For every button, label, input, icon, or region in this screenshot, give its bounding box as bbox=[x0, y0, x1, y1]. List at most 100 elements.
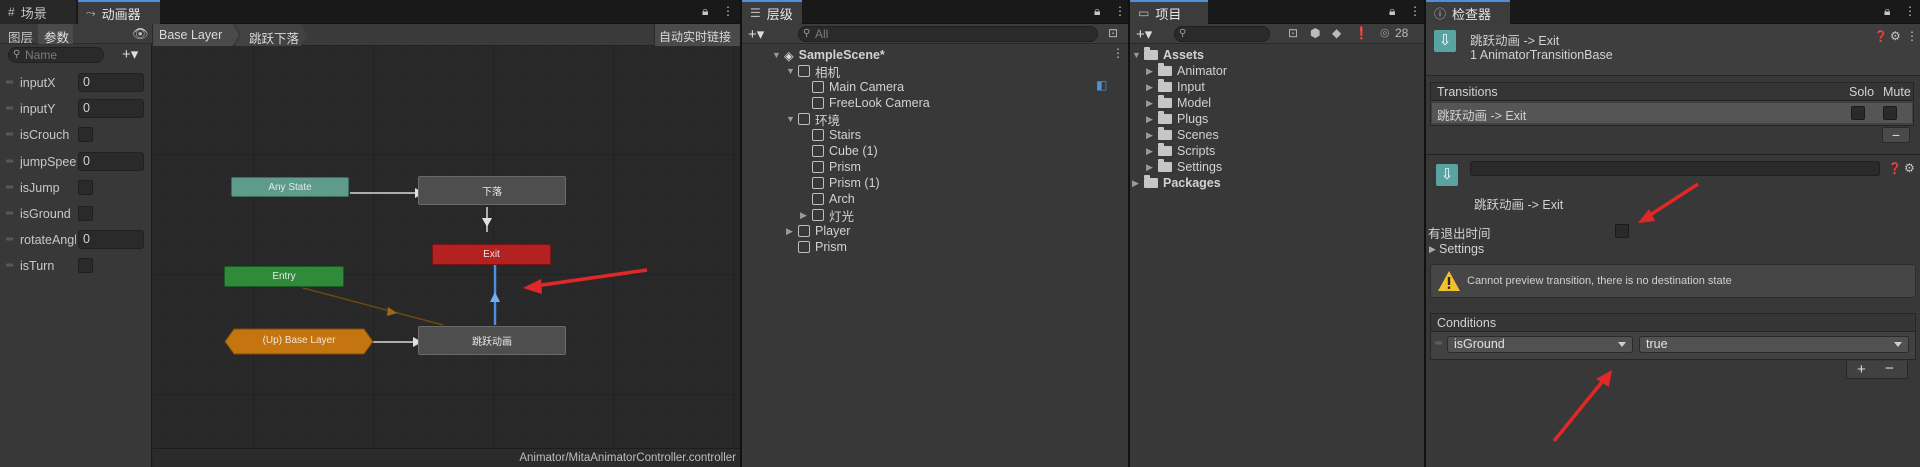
node-exit[interactable]: Exit bbox=[432, 244, 551, 265]
hierarchy-item[interactable]: Cube (1) bbox=[800, 143, 878, 159]
parameter-value-field[interactable]: 0 bbox=[78, 230, 144, 250]
foldout-arrow-icon[interactable]: ▶ bbox=[1146, 130, 1158, 141]
more-icon[interactable]: ⋮ bbox=[1409, 4, 1421, 18]
foldout-arrow-icon[interactable]: ▶ bbox=[1146, 66, 1158, 77]
drag-handle-icon[interactable]: ═ bbox=[6, 234, 13, 245]
breadcrumb-base-layer[interactable]: Base Layer bbox=[153, 24, 239, 46]
parameter-row[interactable]: ═ jumpSpeed0 bbox=[0, 149, 152, 175]
parameter-value-field[interactable]: 0 bbox=[78, 99, 144, 119]
hierarchy-item[interactable]: ▼ 环境 bbox=[786, 111, 840, 128]
parameter-row[interactable]: ═ isGround bbox=[0, 201, 152, 227]
filter-label-icon[interactable]: ◆ bbox=[1332, 26, 1341, 40]
parameter-name[interactable]: isCrouch bbox=[20, 128, 76, 142]
add-object-button[interactable]: +▾ bbox=[748, 25, 764, 43]
parameter-name[interactable]: rotateAngle bbox=[20, 233, 76, 247]
more-icon[interactable]: ⋮ bbox=[1904, 4, 1916, 18]
tab-inspector[interactable]: ⓘ 检查器 bbox=[1426, 0, 1510, 24]
tab-hierarchy[interactable]: ☰ 层级 bbox=[742, 0, 802, 24]
search-options-icon[interactable]: ⊡ bbox=[1108, 26, 1118, 40]
lock-icon[interactable]: 🔒︎ bbox=[1094, 4, 1100, 19]
foldout-arrow-icon[interactable]: ▼ bbox=[786, 114, 798, 124]
breadcrumb-jump-fall[interactable]: 跳跃下落 bbox=[235, 24, 307, 46]
more-icon[interactable]: ⋮ bbox=[1114, 4, 1126, 18]
parameter-name[interactable]: inputX bbox=[20, 76, 76, 90]
hierarchy-item[interactable]: Prism (1) bbox=[800, 175, 880, 191]
foldout-arrow-icon[interactable]: ▶ bbox=[1146, 114, 1158, 125]
foldout-arrow-icon[interactable]: ▶ bbox=[1146, 98, 1158, 109]
drag-handle-icon[interactable]: ═ bbox=[6, 77, 13, 88]
node-entry[interactable]: Entry bbox=[224, 266, 344, 287]
parameter-name[interactable]: inputY bbox=[20, 102, 76, 116]
auto-live-link-button[interactable]: 自动实时链接 bbox=[654, 24, 740, 46]
parameter-bool-checkbox[interactable] bbox=[78, 179, 93, 195]
node-up-base-layer[interactable]: (Up) Base Layer bbox=[224, 328, 374, 355]
parameter-bool-checkbox[interactable] bbox=[78, 258, 93, 274]
drag-handle-icon[interactable]: ═ bbox=[6, 208, 13, 219]
parameter-value-field[interactable]: 0 bbox=[78, 73, 144, 92]
hierarchy-item[interactable]: ▶ Player bbox=[786, 223, 850, 239]
parameter-name[interactable]: isTurn bbox=[20, 259, 76, 273]
foldout-arrow-icon[interactable]: ▶ bbox=[800, 210, 812, 221]
foldout-arrow-icon[interactable]: ▶ bbox=[1146, 146, 1158, 157]
foldout-arrow-icon[interactable]: ▼ bbox=[1132, 50, 1144, 60]
foldout-arrow-icon[interactable]: ▶ bbox=[1146, 162, 1158, 173]
parameter-row[interactable]: ═ rotateAngle0 bbox=[0, 227, 152, 253]
drag-handle-icon[interactable]: ═ bbox=[6, 182, 13, 193]
project-item[interactable]: ▶ Plugs bbox=[1146, 111, 1208, 127]
node-fall[interactable]: 下落 bbox=[418, 176, 566, 205]
eye-icon[interactable]: 👁︎ bbox=[132, 26, 149, 42]
foldout-arrow-icon[interactable]: ▼ bbox=[786, 66, 798, 76]
foldout-arrow-icon[interactable]: ▶ bbox=[786, 226, 798, 237]
hierarchy-item[interactable]: Prism bbox=[786, 239, 847, 255]
create-asset-button[interactable]: +▾ bbox=[1136, 25, 1152, 43]
parameter-name[interactable]: isGround bbox=[20, 207, 76, 221]
scene-more-icon[interactable]: ⋮ bbox=[1112, 46, 1124, 60]
hierarchy-search-input[interactable]: ⚲ All bbox=[798, 26, 1098, 42]
project-item[interactable]: ▶ Settings bbox=[1146, 159, 1222, 175]
hierarchy-item[interactable]: Main Camera bbox=[800, 79, 904, 95]
tab-animator[interactable]: ⤳ 动画器 bbox=[78, 0, 160, 24]
filter-type-icon[interactable]: ⬢ bbox=[1310, 26, 1320, 40]
node-jump-animation[interactable]: 跳跃动画 bbox=[418, 326, 566, 355]
warning-filter-icon[interactable]: ❗ bbox=[1354, 26, 1369, 40]
project-item[interactable]: ▶ Animator bbox=[1146, 63, 1227, 79]
drag-handle-icon[interactable]: ═ bbox=[6, 260, 13, 271]
lock-icon[interactable]: 🔒︎ bbox=[1884, 4, 1890, 19]
tab-scene[interactable]: # 场景 bbox=[0, 0, 76, 24]
parameter-row[interactable]: ═ inputY 0 bbox=[0, 96, 152, 122]
drag-handle-icon[interactable]: ═ bbox=[6, 103, 13, 114]
lock-icon[interactable]: 🔒︎ bbox=[1389, 4, 1395, 19]
sub-tab-parameters[interactable]: 参数 bbox=[38, 24, 74, 45]
drag-handle-icon[interactable]: ═ bbox=[6, 129, 13, 140]
hierarchy-item[interactable]: ▼ 相机 bbox=[786, 63, 840, 80]
parameter-bool-checkbox[interactable] bbox=[78, 206, 93, 221]
project-item[interactable]: ▶ Input bbox=[1146, 79, 1205, 95]
project-item[interactable]: ▶ Scripts bbox=[1146, 143, 1215, 159]
parameter-row[interactable]: ═ isJump bbox=[0, 175, 152, 201]
project-item[interactable]: ▼ Assets bbox=[1132, 47, 1204, 63]
tab-project[interactable]: ▭ 项目 bbox=[1130, 0, 1208, 24]
add-parameter-button[interactable]: +▾ bbox=[122, 45, 138, 63]
hierarchy-item[interactable]: ▶ 灯光 bbox=[800, 207, 854, 224]
parameter-name[interactable]: jumpSpeed bbox=[20, 155, 76, 169]
parameter-name[interactable]: isJump bbox=[20, 181, 76, 195]
hierarchy-item[interactable]: Prism bbox=[800, 159, 861, 175]
parameter-row[interactable]: ═ isCrouch bbox=[0, 122, 152, 148]
project-item[interactable]: ▶ Packages bbox=[1132, 175, 1221, 191]
foldout-arrow-icon[interactable]: ▶ bbox=[1132, 178, 1144, 189]
parameter-bool-checkbox[interactable] bbox=[78, 127, 93, 143]
graph-area[interactable]: Any State 下落 Exit Entry (Up) Base Layer … bbox=[153, 24, 740, 467]
lock-icon[interactable]: 🔒︎ bbox=[702, 4, 708, 19]
parameter-value-field[interactable]: 0 bbox=[78, 151, 144, 171]
more-icon[interactable]: ⋮ bbox=[722, 4, 734, 18]
project-item[interactable]: ▶ Scenes bbox=[1146, 127, 1219, 143]
sub-tab-layers[interactable]: 图层 bbox=[8, 27, 33, 46]
project-item[interactable]: ▶ Model bbox=[1146, 95, 1211, 111]
camera-gizmo-icon[interactable]: ◧ bbox=[1096, 78, 1107, 92]
hidden-packages-icon[interactable]: ◎ bbox=[1380, 26, 1390, 39]
param-search-input[interactable]: ⚲ Name bbox=[8, 47, 104, 63]
foldout-arrow-icon[interactable]: ▼ bbox=[772, 50, 784, 60]
node-any-state[interactable]: Any State bbox=[231, 177, 349, 197]
project-search-input[interactable]: ⚲ bbox=[1174, 26, 1270, 42]
drag-handle-icon[interactable]: ═ bbox=[6, 156, 13, 167]
